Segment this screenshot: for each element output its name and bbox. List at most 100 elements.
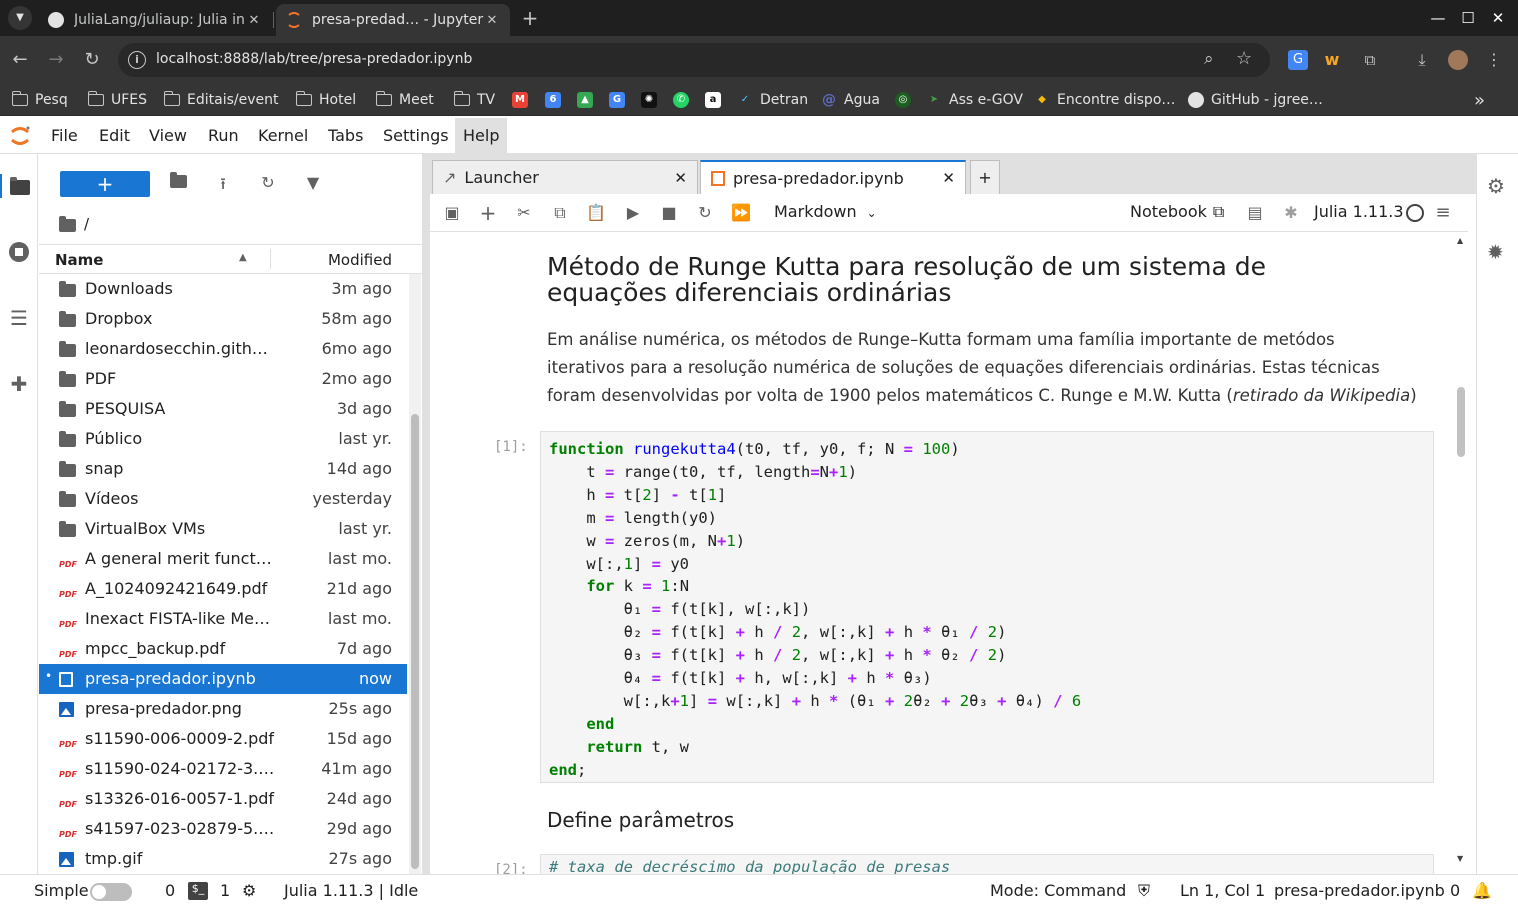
site-info-icon[interactable]: i <box>128 51 146 69</box>
panel-splitter[interactable] <box>422 154 430 874</box>
bookmark-pesq[interactable]: Pesq <box>11 88 68 112</box>
save-icon[interactable]: ▣ <box>441 202 463 224</box>
kernel-count[interactable]: 1 <box>220 881 230 900</box>
file-row[interactable]: PDF s11590-024-02172-3.pdf 41m ago <box>39 754 407 784</box>
scroll-down-icon[interactable]: ▼ <box>1457 854 1463 863</box>
upload-icon[interactable]: ⭱ <box>212 173 234 195</box>
copy-icon[interactable]: ⧉ <box>549 202 571 224</box>
file-row[interactable]: PDF A general merit functio… last mo. <box>39 544 407 574</box>
close-icon[interactable]: ✕ <box>484 13 500 28</box>
notification-count[interactable]: 0 <box>1450 881 1460 900</box>
file-row[interactable]: PDF s11590-006-0009-2.pdf 15d ago <box>39 724 407 754</box>
forward-icon[interactable]: → <box>44 48 68 72</box>
new-folder-icon[interactable] <box>167 172 189 195</box>
menu-settings[interactable]: Settings <box>375 118 457 154</box>
kernel-name-button[interactable]: Julia 1.11.3 <box>1314 202 1404 221</box>
bookmark-meet[interactable]: Meet <box>375 88 434 112</box>
bookmark-detran[interactable]: ✓ Detran <box>737 88 808 112</box>
bookmark-translate[interactable]: G <box>609 88 632 112</box>
bookmark-whatsapp[interactable]: ✆ <box>673 88 696 112</box>
menu-kernel[interactable]: Kernel <box>250 118 316 154</box>
bookmark-amazon[interactable]: a <box>705 88 728 112</box>
open-notebook-button[interactable]: Notebook ⧉ <box>1130 202 1224 222</box>
kernel-gear-icon[interactable]: ⚙ <box>242 881 256 900</box>
notebook-content[interactable]: Método de Runge Kutta para resolução de … <box>430 232 1468 874</box>
close-window-button[interactable]: ✕ <box>1486 6 1510 30</box>
file-row[interactable]: tmp.gif 27s ago <box>39 844 407 874</box>
bookmark-drive[interactable]: ▲ <box>577 88 600 112</box>
code-cell-editor[interactable]: function rungekutta4(t0, tf, y0, f; N = … <box>540 431 1434 783</box>
breadcrumb-path[interactable]: / <box>84 215 89 233</box>
bookmark-github[interactable]: GitHub - jgree… <box>1188 88 1323 112</box>
file-row[interactable]: Público last yr. <box>39 424 407 454</box>
bookmark-editais[interactable]: Editais/event <box>163 88 278 112</box>
scrollbar-thumb[interactable] <box>411 414 419 869</box>
stop-icon[interactable]: ■ <box>658 202 680 224</box>
minimize-button[interactable]: — <box>1426 6 1450 30</box>
scrollbar-thumb[interactable] <box>1457 387 1465 457</box>
translate-extension-icon[interactable]: G <box>1288 50 1308 70</box>
menu-edit[interactable]: Edit <box>91 118 138 154</box>
scroll-up-icon[interactable]: ▲ <box>1457 236 1463 245</box>
notebook-scrollbar[interactable]: ▲ ▼ <box>1454 232 1468 874</box>
file-row[interactable]: PDF A_1024092421649.pdf 21d ago <box>39 574 407 604</box>
url-text[interactable]: localhost:8888/lab/tree/presa-predador.i… <box>156 51 472 67</box>
menu-file[interactable]: File <box>43 118 86 154</box>
bookmark-encontre[interactable]: ◆ Encontre dispo… <box>1034 88 1175 112</box>
file-row[interactable]: Dropbox 58m ago <box>39 304 407 334</box>
home-folder-icon[interactable] <box>59 215 76 232</box>
bookmark-calendar[interactable]: 6 <box>545 88 568 112</box>
file-row[interactable]: Downloads 3m ago <box>39 274 407 304</box>
column-name[interactable]: Name <box>55 251 103 269</box>
debugger-bug-icon[interactable]: ✹ <box>1487 240 1504 264</box>
file-row[interactable]: PDF Inexact FISTA-like Meth… last mo. <box>39 604 407 634</box>
file-row[interactable]: snap 14d ago <box>39 454 407 484</box>
tab-presa-predador[interactable]: presa-predador.ipynb ✕ <box>700 160 966 194</box>
terminal-icon[interactable]: $_ <box>188 882 208 900</box>
simple-mode-toggle[interactable] <box>90 883 132 901</box>
download-icon[interactable]: ⤓ <box>1412 50 1432 70</box>
bookmark-ufes[interactable]: UFES <box>87 88 147 112</box>
restart-icon[interactable]: ↻ <box>694 202 716 224</box>
bookmark-hotel[interactable]: Hotel <box>295 88 356 112</box>
column-divider[interactable] <box>270 249 271 269</box>
paste-icon[interactable]: 📋 <box>585 202 607 224</box>
tab-launcher[interactable]: ↗ Launcher ✕ <box>432 160 698 194</box>
bookmark-ass-egov[interactable]: ➤ Ass e-GOV <box>926 88 1023 112</box>
file-row[interactable]: PDF mpcc_backup.pdf 7d ago <box>39 634 407 664</box>
file-row[interactable]: leonardosecchin.githu… 6mo ago <box>39 334 407 364</box>
extensions-puzzle-icon[interactable]: ⧉ <box>1360 50 1380 70</box>
menu-tabs[interactable]: Tabs <box>320 118 371 154</box>
shield-icon[interactable]: ⛨ <box>1138 881 1150 901</box>
browser-menu-icon[interactable]: ⋮ <box>1484 50 1504 70</box>
bookmark-green[interactable]: ◎ <box>895 88 918 112</box>
bookmark-gmail[interactable]: M <box>512 88 535 112</box>
back-icon[interactable]: ← <box>8 48 32 72</box>
run-icon[interactable]: ▶ <box>622 202 644 224</box>
cell-type-select[interactable]: Markdown ⌄ <box>774 202 877 221</box>
menu-view[interactable]: View <box>141 118 195 154</box>
run-all-icon[interactable]: ⏩ <box>730 202 752 224</box>
column-modified[interactable]: Modified <box>328 251 392 269</box>
presentation-icon[interactable]: ▤ <box>1244 202 1266 224</box>
more-bookmarks-icon[interactable]: » <box>1474 88 1485 112</box>
running-tab[interactable] <box>7 240 31 264</box>
zoom-icon[interactable]: ⌕ <box>1204 49 1214 69</box>
bookmark-chatgpt[interactable]: ✺ <box>641 88 664 112</box>
extension-w-icon[interactable]: w <box>1322 50 1342 70</box>
code-cell-editor-2[interactable]: # taxa de decréscimo da população de pre… <box>540 854 1434 874</box>
refresh-icon[interactable]: ↻ <box>257 173 279 195</box>
file-row[interactable]: PDF s41597-023-02879-5.pdf 29d ago <box>39 814 407 844</box>
file-browser-tab[interactable] <box>0 174 38 198</box>
terminal-count[interactable]: 0 <box>165 881 175 900</box>
star-icon[interactable]: ☆ <box>1236 48 1252 69</box>
extensions-tab[interactable]: ✚ <box>7 372 31 396</box>
file-row[interactable]: presa-predador.png 25s ago <box>39 694 407 724</box>
insert-cell-icon[interactable]: + <box>477 202 499 224</box>
menu-icon[interactable]: ≡ <box>1432 202 1454 224</box>
kernel-status[interactable]: Julia 1.11.3 | Idle <box>284 881 418 900</box>
menu-help[interactable]: Help <box>455 118 508 154</box>
bell-icon[interactable]: 🔔 <box>1472 881 1492 900</box>
debugger-icon[interactable]: ✱ <box>1280 202 1302 224</box>
cursor-position[interactable]: Ln 1, Col 1 <box>1180 881 1265 900</box>
